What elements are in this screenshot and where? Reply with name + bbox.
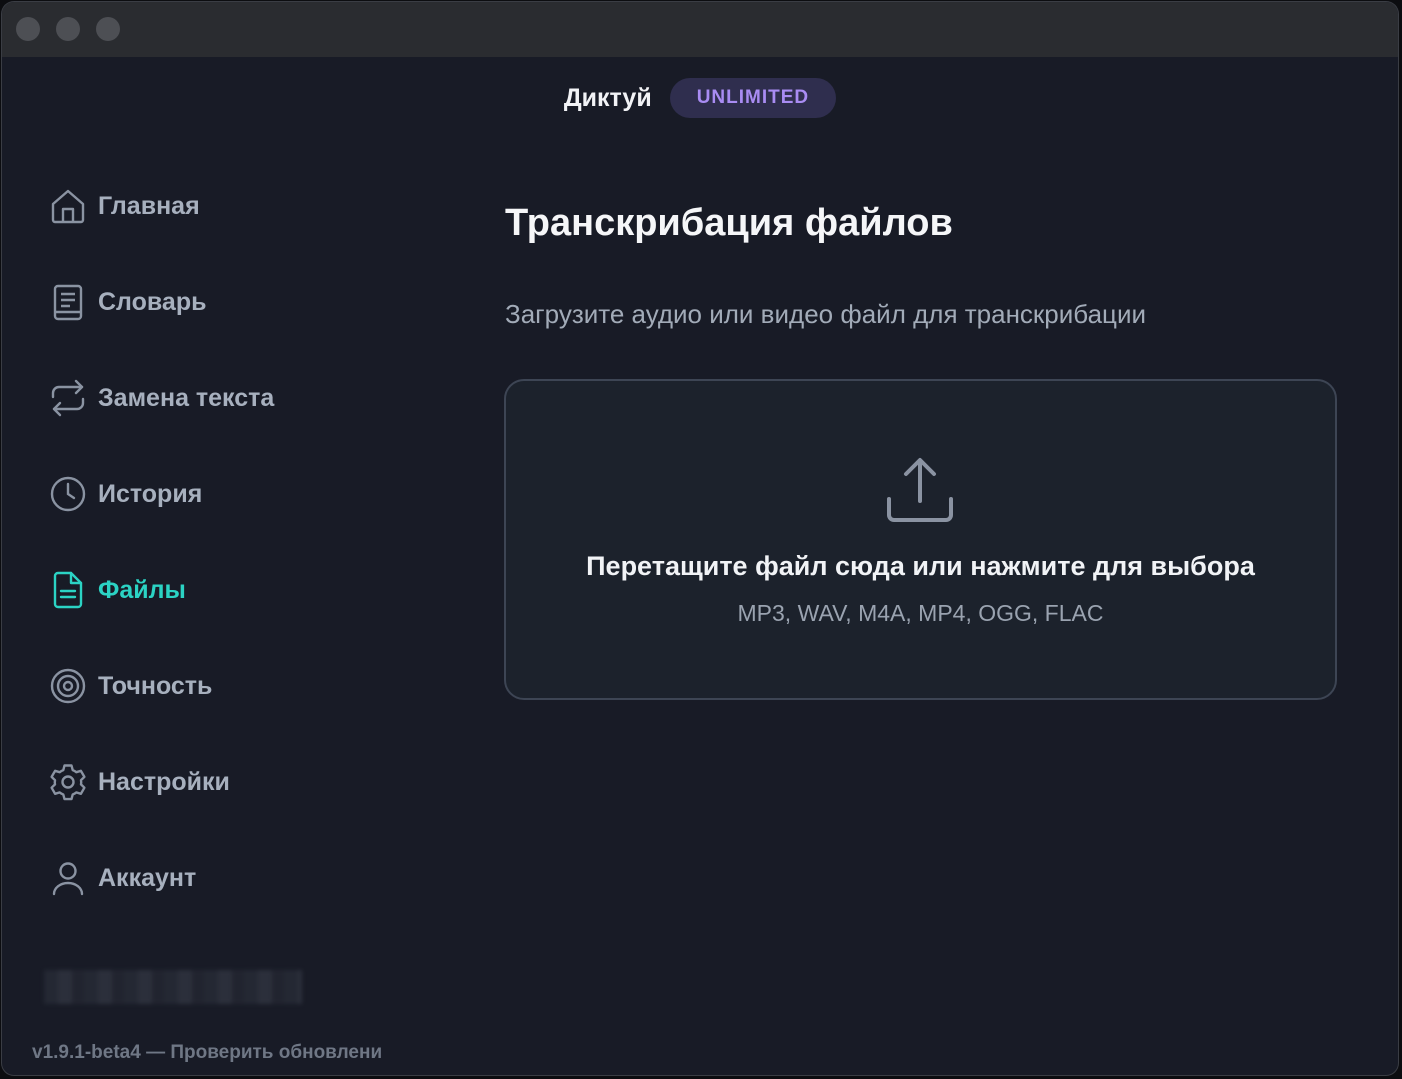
sidebar-item-label: Файлы xyxy=(98,575,186,604)
sidebar: Главная Словарь Замена текста История Фа… xyxy=(2,2,442,1075)
sidebar-item-label: Настройки xyxy=(98,767,230,796)
sidebar-item-label: Главная xyxy=(98,191,200,220)
sidebar-item-label: Точность xyxy=(98,671,213,700)
sidebar-item-settings[interactable]: Настройки xyxy=(48,760,230,804)
home-icon xyxy=(51,189,85,224)
sidebar-item-account[interactable]: Аккаунт xyxy=(48,856,196,900)
target-icon xyxy=(50,668,86,704)
upload-icon xyxy=(887,458,953,522)
file-dropzone[interactable]: Перетащите файл сюда или нажмите для выб… xyxy=(504,379,1337,700)
sidebar-item-text-replace[interactable]: Замена текста xyxy=(48,376,274,420)
sidebar-item-dictionary[interactable]: Словарь xyxy=(48,280,206,324)
sidebar-item-files[interactable]: Файлы xyxy=(48,568,186,612)
plan-badge: UNLIMITED xyxy=(669,78,837,118)
sidebar-item-accuracy[interactable]: Точность xyxy=(48,664,212,708)
sidebar-item-history[interactable]: История xyxy=(48,472,202,516)
repeat-icon xyxy=(51,379,85,417)
user-icon xyxy=(52,862,84,896)
book-icon xyxy=(53,284,83,321)
app-name: Диктуй xyxy=(563,83,652,112)
sidebar-item-label: Словарь xyxy=(98,287,207,316)
redacted-user-info xyxy=(44,970,302,1004)
page-subtitle: Загрузите аудио или видео файл для транс… xyxy=(505,299,1146,329)
app-window: Диктуй UNLIMITED Главная Словарь Замена … xyxy=(2,2,1398,1075)
sidebar-item-label: История xyxy=(98,479,203,508)
sidebar-item-label: Замена текста xyxy=(98,383,275,412)
supported-formats: MP3, WAV, M4A, MP4, OGG, FLAC xyxy=(737,600,1104,626)
gear-icon xyxy=(50,764,86,801)
sidebar-item-label: Аккаунт xyxy=(98,863,197,892)
version-update-link[interactable]: v1.9.1-beta4 — Проверить обновлени xyxy=(32,1042,382,1064)
file-icon xyxy=(53,571,83,609)
page-title: Транскрибация файлов xyxy=(505,202,953,244)
sidebar-item-home[interactable]: Главная xyxy=(48,184,200,228)
clock-icon xyxy=(50,476,86,512)
dropzone-title: Перетащите файл сюда или нажмите для выб… xyxy=(586,551,1255,581)
